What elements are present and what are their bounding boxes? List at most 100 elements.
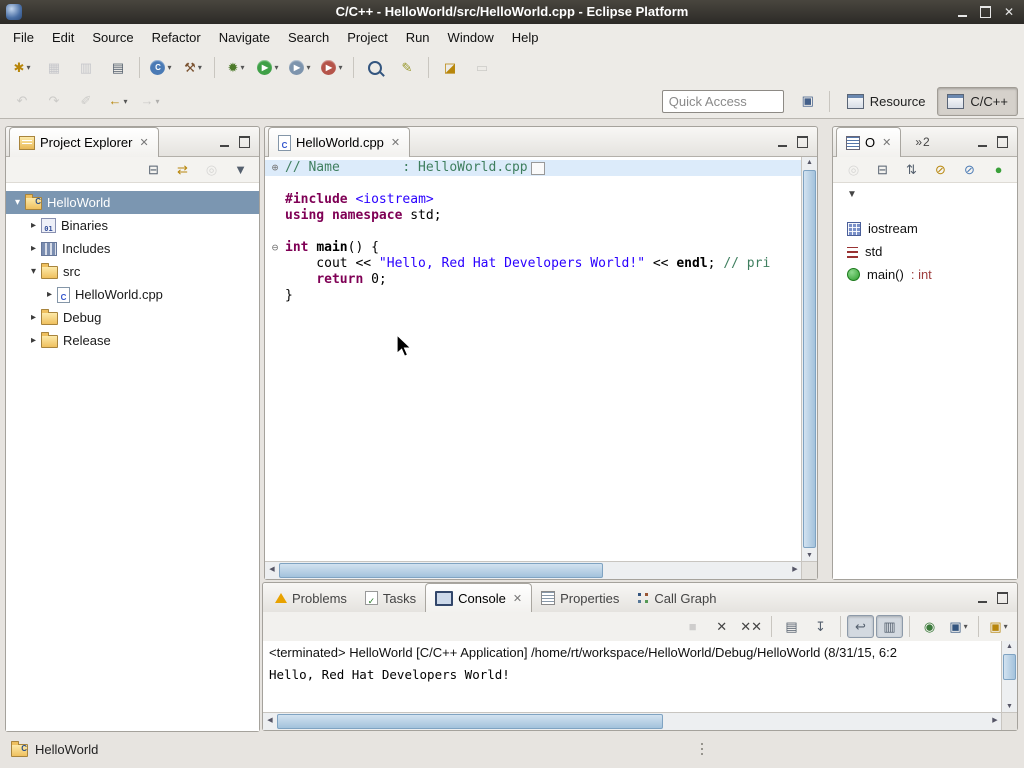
editor-horizontal-scrollbar[interactable] [265, 561, 802, 579]
code-line[interactable]: return 0; [265, 272, 802, 288]
tab-problems[interactable]: Problems [266, 584, 356, 612]
menu-navigate[interactable]: Navigate [210, 26, 279, 49]
close-icon[interactable] [391, 136, 400, 149]
scroll-up-arrow-icon[interactable] [802, 157, 817, 169]
link-with-editor-button[interactable]: ⇄ [169, 158, 196, 181]
tree-item-helloworld-cpp[interactable]: HelloWorld.cpp [6, 283, 259, 306]
sort-button[interactable]: ⇅ [898, 158, 925, 181]
tab-call-graph[interactable]: Call Graph [628, 584, 725, 612]
console-horizontal-scrollbar[interactable] [263, 712, 1002, 730]
new-button[interactable]: ✱ [7, 55, 37, 81]
chevron-collapsed-icon[interactable] [26, 335, 41, 346]
back-button[interactable]: ← [103, 88, 133, 114]
minimize-view-icon[interactable] [978, 137, 987, 147]
scroll-right-arrow-icon[interactable] [988, 713, 1002, 730]
console-output[interactable]: Hello, Red Hat Developers World! [263, 665, 1002, 713]
chevron-expanded-icon[interactable] [26, 266, 41, 277]
code-line[interactable]: // Name : HelloWorld.cpp [265, 160, 802, 176]
hide-fields-button[interactable]: ⊘ [927, 158, 954, 181]
fold-plus-icon[interactable] [265, 160, 285, 176]
tab-project-explorer[interactable]: Project Explorer [9, 127, 159, 157]
tree-item-debug[interactable]: Debug [6, 306, 259, 329]
chevron-collapsed-icon[interactable] [26, 312, 41, 323]
menu-file[interactable]: File [4, 26, 43, 49]
menu-window[interactable]: Window [439, 26, 503, 49]
open-perspective-button[interactable]: ▣ [793, 88, 823, 114]
tab-console[interactable]: Console [425, 583, 532, 613]
code-line[interactable] [265, 224, 802, 240]
editor-vertical-scrollbar[interactable] [801, 157, 817, 562]
run-button[interactable]: ▶ [253, 55, 283, 81]
perspective-resource-button[interactable]: Resource [837, 87, 936, 116]
clear-console-button[interactable]: ▤ [778, 615, 805, 638]
tab-properties[interactable]: Properties [532, 584, 628, 612]
close-icon[interactable] [513, 592, 522, 605]
outline-item-iostream[interactable]: iostream [833, 217, 1017, 240]
scrollbar-thumb[interactable] [279, 563, 603, 578]
tab-overflow-indicator[interactable]: »2 [915, 135, 930, 149]
menu-refactor[interactable]: Refactor [143, 26, 210, 49]
chevron-expanded-icon[interactable] [10, 197, 25, 208]
build-button[interactable]: ⚒ [178, 55, 208, 81]
scroll-up-arrow-icon[interactable] [1002, 641, 1017, 653]
maximize-view-icon[interactable] [797, 136, 808, 148]
code-editor[interactable]: // Name : HelloWorld.cpp#include <iostre… [265, 157, 802, 562]
scrollbar-thumb[interactable] [803, 170, 816, 548]
debug-button[interactable]: ✹ [221, 55, 251, 81]
word-wrap-button[interactable]: ↩ [847, 615, 874, 638]
editor-tab-helloworld-cpp[interactable]: HelloWorld.cpp [268, 127, 410, 157]
chevron-collapsed-icon[interactable] [42, 289, 57, 300]
search-button[interactable] [360, 55, 390, 81]
collapse-all-button[interactable]: ⊟ [140, 158, 167, 181]
view-menu-icon[interactable] [847, 189, 857, 200]
close-window-button[interactable] [1004, 0, 1014, 24]
outline-item-std[interactable]: std [833, 240, 1017, 263]
remove-launch-button[interactable]: ✕ [708, 615, 735, 638]
menu-help[interactable]: Help [503, 26, 548, 49]
scroll-left-arrow-icon[interactable] [265, 562, 279, 579]
menu-source[interactable]: Source [83, 26, 142, 49]
fold-minus-icon[interactable] [265, 240, 285, 256]
tree-item-helloworld[interactable]: HelloWorld [6, 191, 259, 214]
minimize-view-icon[interactable] [220, 137, 229, 147]
hide-static-button[interactable]: ⊘ [956, 158, 983, 181]
print-button[interactable]: ▤ [103, 55, 133, 81]
sash-handle[interactable] [701, 741, 703, 755]
tree-item-includes[interactable]: Includes [6, 237, 259, 260]
menu-project[interactable]: Project [338, 26, 396, 49]
maximize-view-icon[interactable] [997, 592, 1008, 604]
quick-access-input[interactable] [662, 90, 784, 113]
close-icon[interactable] [882, 136, 891, 149]
tab-outline[interactable]: O [836, 127, 901, 157]
show-when-changed-button[interactable]: ▥ [876, 615, 903, 638]
hide-non-public-button[interactable]: ● [985, 158, 1012, 181]
menu-edit[interactable]: Edit [43, 26, 83, 49]
maximize-window-button[interactable] [980, 6, 991, 18]
code-line[interactable] [265, 176, 802, 192]
close-icon[interactable] [139, 136, 148, 149]
folded-code-indicator[interactable] [531, 162, 545, 175]
menu-run[interactable]: Run [397, 26, 439, 49]
toggle-annotations-button[interactable]: ✎ [392, 55, 422, 81]
minimize-view-icon[interactable] [978, 593, 987, 603]
code-line[interactable]: cout << "Hello, Red Hat Developers World… [265, 256, 802, 272]
code-line[interactable]: using namespace std; [265, 208, 802, 224]
maximize-view-icon[interactable] [239, 136, 250, 148]
profile-button[interactable]: ▶ [285, 55, 315, 81]
tree-item-release[interactable]: Release [6, 329, 259, 352]
open-console-button[interactable]: ▣ [985, 615, 1012, 638]
code-line[interactable]: } [265, 288, 802, 304]
external-tools-button[interactable]: ▶ [317, 55, 347, 81]
tab-tasks[interactable]: Tasks [356, 584, 425, 612]
outline-item-main[interactable]: main() : int [833, 263, 1017, 286]
remove-all-terminated-button[interactable]: ✕✕ [737, 615, 765, 638]
perspective-c-c-button[interactable]: C/C++ [937, 87, 1018, 116]
chevron-collapsed-icon[interactable] [26, 243, 41, 254]
tree-item-src[interactable]: src [6, 260, 259, 283]
chevron-collapsed-icon[interactable] [26, 220, 41, 231]
scroll-right-arrow-icon[interactable] [788, 562, 802, 579]
minimize-view-icon[interactable] [778, 137, 787, 147]
scrollbar-thumb[interactable] [1003, 654, 1016, 680]
new-cpp-project-button[interactable]: C [146, 55, 176, 81]
scroll-left-arrow-icon[interactable] [263, 713, 277, 730]
